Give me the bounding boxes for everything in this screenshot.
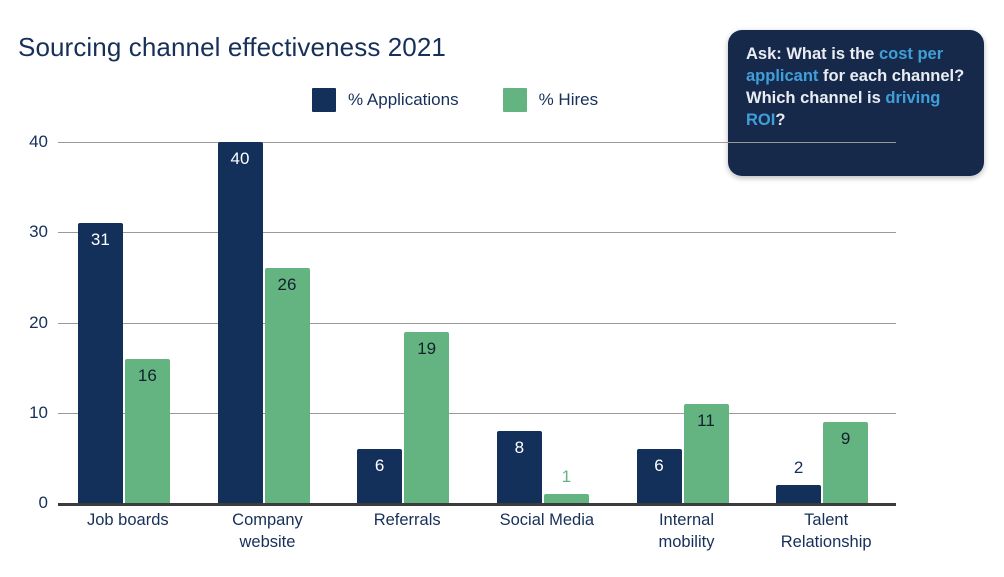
bar-value-label: 40 <box>230 149 250 168</box>
x-axis-line <box>58 503 896 506</box>
x-tick-line: Internal <box>658 511 714 529</box>
gridline-40 <box>58 142 896 143</box>
legend-item-applications[interactable]: % Applications <box>312 88 459 112</box>
bar[interactable] <box>776 484 822 503</box>
y-tick-0: 0 <box>38 493 48 512</box>
legend-label-applications: % Applications <box>348 90 459 109</box>
bar-value-label: 19 <box>417 338 437 358</box>
legend-label-hires: % Hires <box>538 90 599 109</box>
y-tick-10: 10 <box>29 402 48 422</box>
x-tick-referrals: Referrals <box>337 510 477 532</box>
x-tick-line: Referrals <box>373 511 441 529</box>
x-tick-talent-relationship: Talent Relationship <box>756 510 896 554</box>
bar-value-label: 11 <box>697 410 715 430</box>
bar-value-label: 6 <box>654 455 664 475</box>
legend-swatch-hires <box>502 88 527 112</box>
plot-area: 31 16 40 26 6 19 8 1 6 11 2 9 <box>58 142 896 503</box>
gridline-10 <box>58 412 896 414</box>
y-tick-20: 20 <box>29 312 48 332</box>
x-tick-internal-mobility: Internal mobility <box>617 510 757 554</box>
x-tick-company-website: Company website <box>198 510 338 554</box>
callout-text-4: ? <box>775 110 786 129</box>
x-tick-line: Company <box>232 511 303 529</box>
x-tick-line: mobility <box>658 532 715 551</box>
y-tick-40: 40 <box>29 132 48 151</box>
x-tick-social-media: Social Media <box>477 510 617 532</box>
bar-value-label: 6 <box>374 455 385 475</box>
x-tick-line: Job boards <box>87 511 169 529</box>
bar[interactable] <box>264 268 310 503</box>
gridline-20 <box>58 322 896 324</box>
gridline-30 <box>58 232 896 234</box>
x-axis-tick-labels: Job boards Company website Referrals Social … <box>58 510 896 574</box>
bar-value-label: 9 <box>840 428 851 448</box>
callout-text-0: Ask: What is the <box>746 45 879 63</box>
bar-value-label: 26 <box>277 275 297 295</box>
legend-swatch-applications <box>312 88 336 112</box>
y-tick-30: 30 <box>29 222 48 242</box>
callout-note-text: Ask: What is the cost per applicant for … <box>746 44 966 132</box>
legend-item-hires[interactable]: % Hires <box>502 88 599 112</box>
bar-value-label: 16 <box>137 365 157 385</box>
bar[interactable] <box>77 223 123 503</box>
bar-value-label: 31 <box>90 230 110 250</box>
bar[interactable] <box>217 142 263 503</box>
bar[interactable] <box>543 493 589 503</box>
bar-value-label: 8 <box>514 437 525 457</box>
x-tick-job-boards: Job boards <box>58 510 198 532</box>
bar-value-label: 2 <box>793 457 804 477</box>
bar-value-label: 1 <box>561 466 572 486</box>
chart-legend: % Applications % Hires <box>312 88 598 112</box>
x-tick-line: Relationship <box>780 532 872 551</box>
x-tick-line: website <box>239 532 296 551</box>
x-tick-line: Talent <box>804 511 849 529</box>
chart-title: Sourcing channel effectiveness 2021 <box>18 32 446 62</box>
x-tick-line: Social Media <box>499 511 595 529</box>
